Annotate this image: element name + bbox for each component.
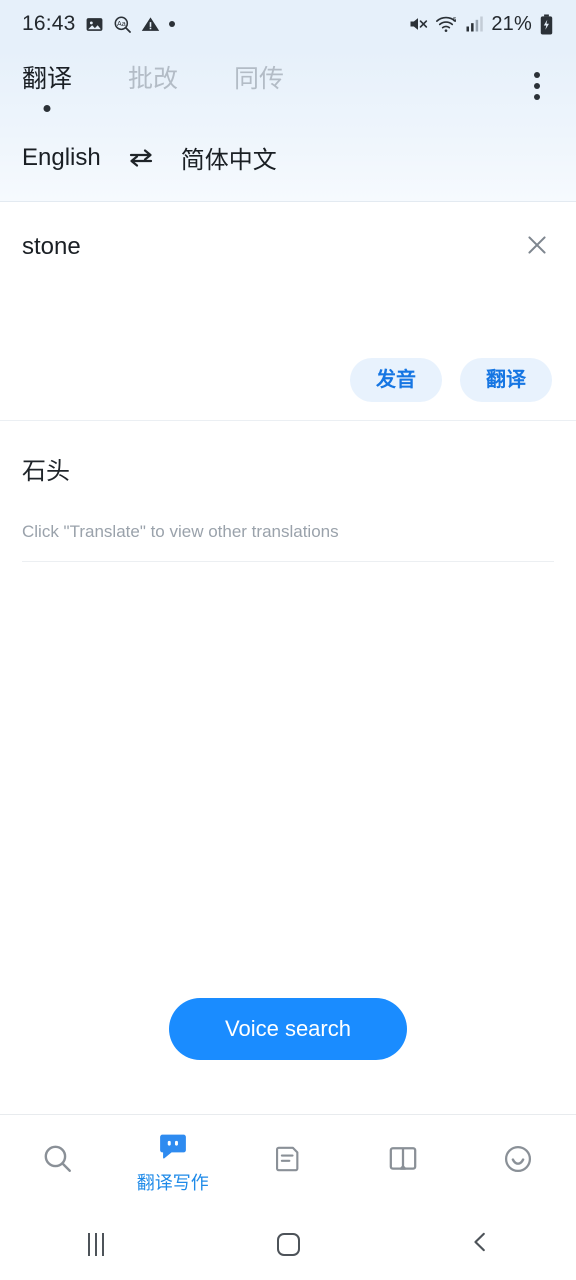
voice-search-button[interactable]: Voice search <box>169 998 407 1060</box>
tab-simultaneous[interactable]: 同传 <box>234 64 284 98</box>
nav-item-translate-writing[interactable]: 翻译写作 <box>115 1115 230 1208</box>
smiley-icon <box>501 1142 535 1181</box>
swap-horizontal-icon[interactable] <box>127 146 155 170</box>
battery-percent: 21% <box>491 12 532 35</box>
app-root: 16:43 Aa 6 21% 翻译 批改 同传 English 简体中文 sto… <box>0 0 576 1280</box>
back-chevron-icon <box>467 1229 493 1260</box>
home-icon <box>276 1232 300 1256</box>
recents-icon <box>88 1232 104 1256</box>
tab-simultaneous-label: 同传 <box>234 65 285 93</box>
target-language-button[interactable]: 简体中文 <box>181 140 277 175</box>
translation-result-text[interactable]: 石头 <box>22 457 554 487</box>
translation-result-area: 石头 Click "Translate" to view other trans… <box>0 421 576 1114</box>
close-icon <box>524 232 550 263</box>
document-icon <box>272 1143 304 1180</box>
overflow-dot-icon <box>534 83 540 89</box>
translation-hint-text: Click "Translate" to view other translat… <box>22 521 554 562</box>
overflow-dot-icon <box>534 94 540 100</box>
tab-translate[interactable]: 翻译 <box>22 64 73 112</box>
nav-item-translate-writing-label: 翻译写作 <box>136 1173 209 1193</box>
mute-icon <box>408 14 428 34</box>
nav-item-dictionary[interactable] <box>346 1115 461 1208</box>
android-navigation-bar <box>0 1208 576 1280</box>
source-language-button[interactable]: English <box>22 144 101 172</box>
input-action-row: 发音 翻译 <box>22 358 554 402</box>
tab-proofread[interactable]: 批改 <box>128 64 178 98</box>
pronounce-button[interactable]: 发音 <box>350 358 442 402</box>
book-icon <box>386 1142 420 1181</box>
app-header: 翻译 批改 同传 English 简体中文 <box>0 48 576 202</box>
nav-item-document[interactable] <box>230 1115 345 1208</box>
voice-search-wrap: Voice search <box>22 998 554 1114</box>
translate-writing-icon <box>156 1129 190 1168</box>
source-text-input[interactable]: stone <box>22 232 520 262</box>
nav-item-profile[interactable] <box>461 1115 576 1208</box>
tab-active-indicator-dot <box>43 105 51 112</box>
status-bar-left: 16:43 Aa <box>22 12 175 36</box>
dot-icon <box>168 21 175 27</box>
bottom-navigation-bar: 翻译写作 <box>0 1114 576 1208</box>
battery-charging-icon <box>539 13 554 35</box>
language-selector-bar: English 简体中文 <box>0 118 576 201</box>
svg-text:Aa: Aa <box>117 20 126 28</box>
image-icon <box>85 15 104 34</box>
overflow-menu-button[interactable] <box>520 66 554 106</box>
source-input-row: stone <box>22 232 554 264</box>
warning-icon <box>141 15 160 34</box>
translate-button[interactable]: 翻译 <box>460 358 552 402</box>
source-input-card: stone 发音 翻译 <box>0 202 576 420</box>
clear-input-button[interactable] <box>520 230 554 264</box>
wifi-6-icon: 6 <box>435 14 457 34</box>
status-bar: 16:43 Aa 6 21% <box>0 0 576 48</box>
text-search-icon: Aa <box>113 15 132 34</box>
nav-item-search[interactable] <box>0 1115 115 1208</box>
svg-text:6: 6 <box>453 17 457 24</box>
status-bar-right: 6 21% <box>408 13 554 36</box>
tab-bar: 翻译 批改 同传 <box>0 48 576 118</box>
search-icon <box>41 1142 75 1181</box>
overflow-dot-icon <box>534 72 540 78</box>
android-back-button[interactable] <box>384 1208 576 1280</box>
tab-proofread-label: 批改 <box>128 65 179 93</box>
android-home-button[interactable] <box>192 1208 384 1280</box>
tab-translate-label: 翻译 <box>22 65 73 93</box>
status-time: 16:43 <box>22 12 76 35</box>
signal-bars-icon <box>464 14 484 34</box>
android-recents-button[interactable] <box>0 1208 192 1280</box>
